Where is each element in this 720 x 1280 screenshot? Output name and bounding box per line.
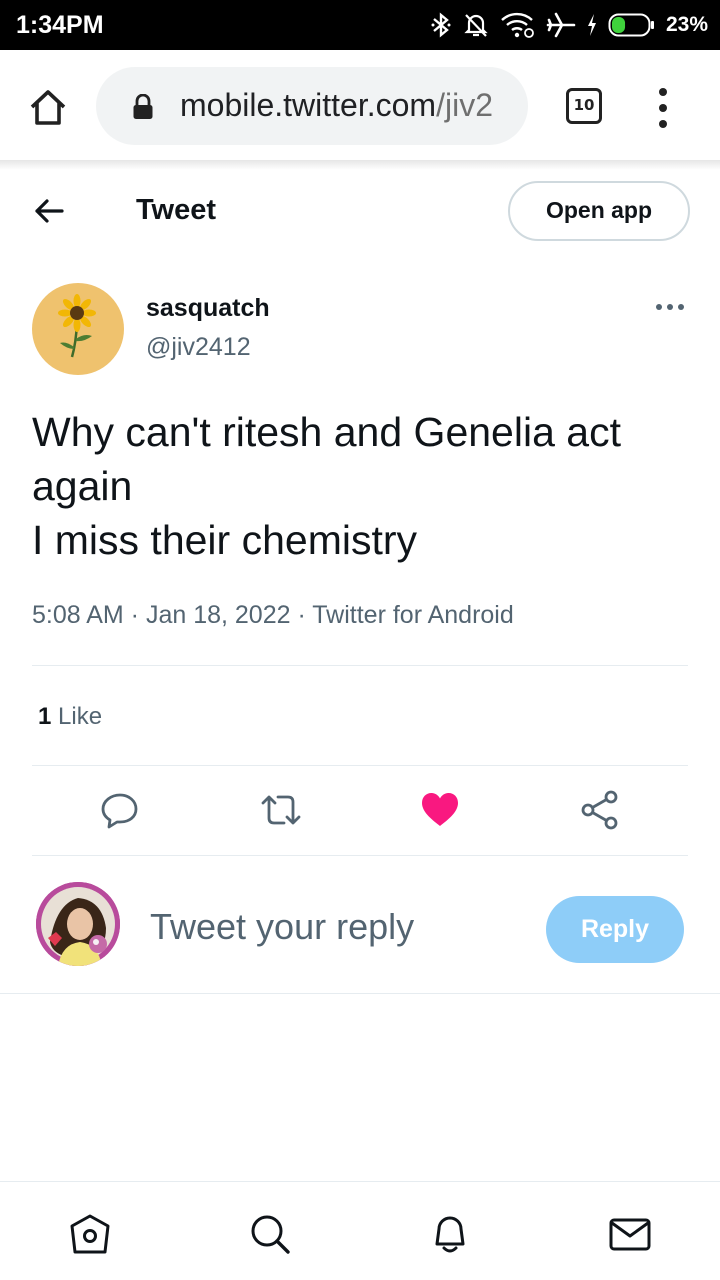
status-bar: 1:34PM 23% [0, 0, 720, 50]
share-icon[interactable] [580, 790, 620, 830]
retweet-icon[interactable] [260, 790, 301, 830]
tweet-text-line: Why can't ritesh and Genelia act [32, 409, 621, 455]
battery-icon [608, 12, 656, 38]
tweet-timestamp[interactable]: 5:08 AM · Jan 18, 2022 · Twitter for And… [32, 601, 514, 630]
search-icon[interactable] [248, 1212, 292, 1256]
reply-icon[interactable] [100, 790, 140, 830]
divider [32, 855, 688, 856]
status-time: 1:34PM [16, 11, 104, 39]
charging-icon [586, 13, 598, 37]
lock-icon [132, 93, 154, 125]
like-icon[interactable] [420, 790, 460, 830]
sunflower-icon [58, 294, 96, 358]
author-handle[interactable]: @jiv2412 [146, 333, 251, 362]
tweet-text-line: again [32, 463, 133, 509]
battery-percent: 23% [665, 13, 708, 36]
author-avatar[interactable] [32, 283, 124, 375]
bluetooth-icon [430, 11, 452, 39]
arrow-left-icon[interactable] [32, 194, 66, 228]
like-count-number: 1 [38, 703, 52, 730]
divider [32, 665, 688, 666]
tweet-text-line: I miss their chemistry [32, 517, 417, 563]
divider [0, 993, 720, 994]
wifi-icon [500, 11, 536, 39]
toolbar-shadow [0, 160, 720, 170]
url-path: /jiv2 [436, 87, 493, 123]
tab-count: 10 [573, 96, 595, 114]
avatar[interactable] [36, 882, 120, 966]
like-count-label: Like [58, 703, 103, 730]
status-icons: 23% [430, 9, 708, 41]
author-name[interactable]: sasquatch [146, 294, 270, 323]
divider [32, 765, 688, 766]
address-bar[interactable]: mobile.twitter.com/jiv2 [96, 67, 528, 145]
home-icon[interactable] [26, 86, 70, 130]
url-text: mobile.twitter.com/jiv2 [180, 87, 512, 124]
bottom-navigation [0, 1181, 720, 1280]
overflow-menu-icon[interactable] [652, 88, 674, 128]
like-count[interactable]: 1 Like [38, 703, 102, 731]
page-title: Tweet [136, 194, 217, 226]
more-options-icon[interactable] [656, 303, 686, 313]
reply-button[interactable]: Reply [546, 896, 684, 963]
tweet-text: Why can't ritesh and Genelia act again I… [32, 405, 692, 567]
notifications-icon[interactable] [428, 1212, 472, 1256]
reply-input[interactable]: Tweet your reply [150, 906, 414, 948]
url-host: mobile.twitter.com [180, 87, 437, 123]
airplane-mode-icon [546, 11, 576, 39]
messages-icon[interactable] [608, 1212, 652, 1256]
alarm-off-icon [462, 11, 490, 39]
home-icon[interactable] [68, 1212, 112, 1256]
open-app-button[interactable]: Open app [508, 181, 690, 241]
browser-toolbar: mobile.twitter.com/jiv2 10 [0, 50, 720, 162]
profile-photo [36, 882, 120, 966]
tabs-icon[interactable]: 10 [566, 88, 602, 124]
